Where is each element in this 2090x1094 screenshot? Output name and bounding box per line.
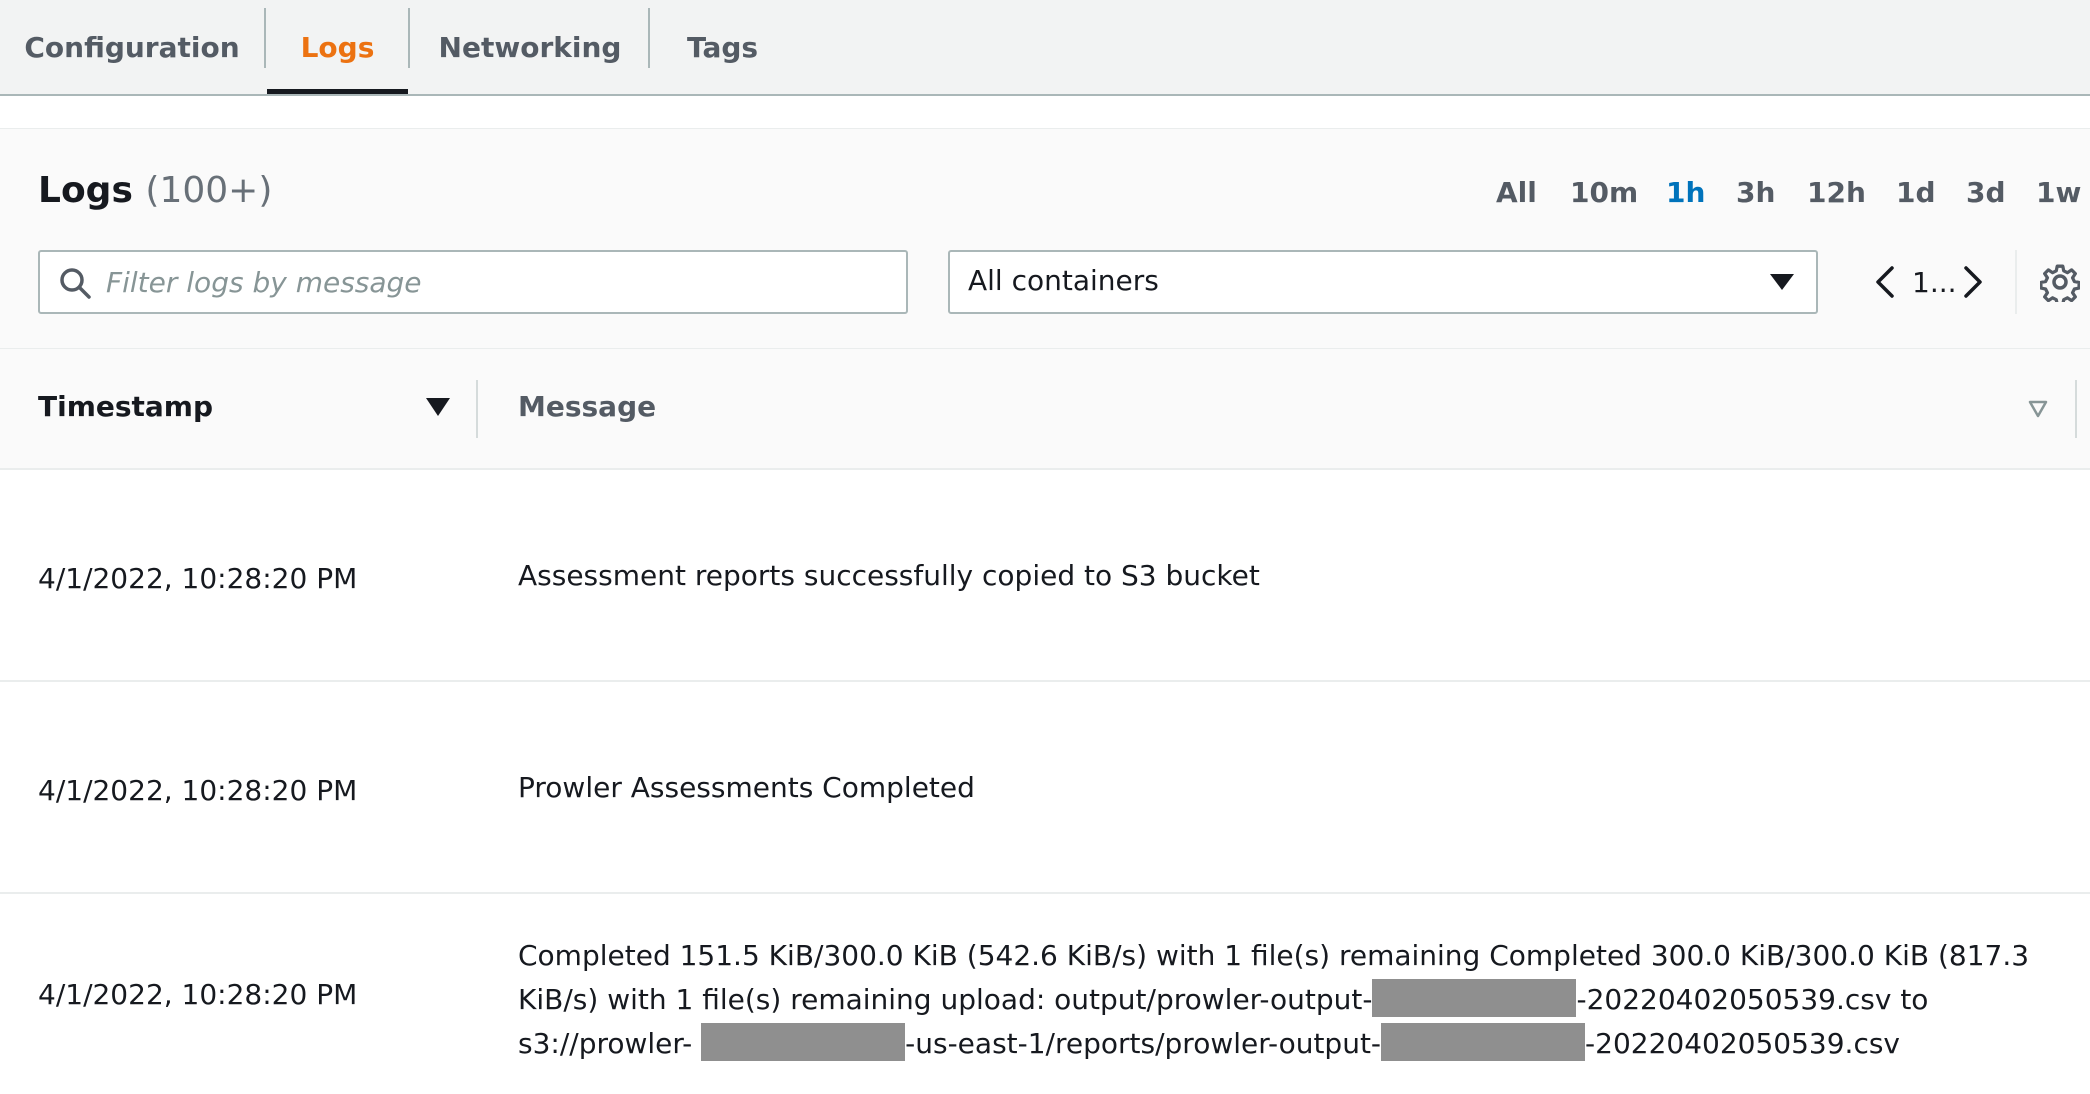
pagination-divider — [2015, 250, 2017, 314]
table-row: 4/1/2022, 10:28:20 PM Completed 151.5 Ki… — [0, 894, 2090, 1094]
range-12h[interactable]: 12h — [1807, 176, 1866, 209]
caret-down-icon — [1770, 274, 1794, 290]
row-timestamp: 4/1/2022, 10:28:20 PM — [38, 562, 358, 595]
message-text: -20220402050539.csv — [1585, 1027, 1900, 1060]
tab-logs[interactable]: Logs — [267, 0, 408, 94]
range-1h[interactable]: 1h — [1666, 176, 1705, 209]
table-row: 4/1/2022, 10:28:20 PM Assessment reports… — [0, 470, 2090, 682]
redaction-block — [701, 1023, 906, 1061]
tab-networking[interactable]: Networking — [430, 0, 630, 94]
logs-header-panel — [0, 128, 2090, 348]
gear-icon[interactable] — [2040, 262, 2080, 302]
row-message: Assessment reports successfully copied t… — [518, 559, 1260, 592]
search-field[interactable] — [38, 250, 908, 314]
column-resizer[interactable] — [476, 380, 478, 438]
sort-unsorted-icon[interactable] — [2028, 400, 2048, 418]
tab-divider — [408, 8, 410, 68]
row-timestamp: 4/1/2022, 10:28:20 PM — [38, 978, 358, 1011]
sort-descending-icon[interactable] — [426, 398, 450, 416]
range-10m[interactable]: 10m — [1570, 176, 1638, 209]
logs-count: (100+) — [145, 170, 273, 211]
row-message: Completed 151.5 KiB/300.0 KiB (542.6 KiB… — [518, 934, 2048, 1066]
redaction-block — [1381, 1023, 1586, 1061]
range-all[interactable]: All — [1496, 176, 1537, 209]
tab-divider — [264, 8, 266, 68]
chevron-right-icon[interactable] — [1958, 262, 1988, 302]
active-tab-indicator — [267, 89, 408, 94]
message-text: -us-east-1/reports/prowler-output- — [905, 1027, 1382, 1060]
container-select[interactable]: All containers — [948, 250, 1818, 314]
tab-tags[interactable]: Tags — [670, 0, 775, 94]
column-header-timestamp[interactable]: Timestamp — [38, 390, 213, 423]
redaction-block — [1372, 979, 1577, 1017]
table-header — [0, 348, 2090, 470]
table-row: 4/1/2022, 10:28:20 PM Prowler Assessment… — [0, 682, 2090, 894]
tab-divider — [648, 8, 650, 68]
tab-bar: Configuration Logs Networking Tags — [0, 0, 2090, 96]
column-resizer[interactable] — [2075, 380, 2077, 438]
search-input[interactable] — [104, 256, 894, 308]
range-3h[interactable]: 3h — [1736, 176, 1775, 209]
row-message: Prowler Assessments Completed — [518, 771, 975, 804]
column-header-message[interactable]: Message — [518, 390, 656, 423]
row-timestamp: 4/1/2022, 10:28:20 PM — [38, 774, 358, 807]
container-select-value: All containers — [968, 264, 1159, 297]
tab-configuration[interactable]: Configuration — [22, 0, 242, 94]
range-1w[interactable]: 1w — [2036, 176, 2081, 209]
pagination-current[interactable]: 1... — [1912, 266, 1957, 299]
page-title: Logs (100+) — [38, 170, 272, 211]
logs-title: Logs — [38, 170, 133, 211]
range-3d[interactable]: 3d — [1966, 176, 2006, 209]
range-1d[interactable]: 1d — [1896, 176, 1936, 209]
search-icon — [60, 268, 91, 299]
chevron-left-icon[interactable] — [1870, 262, 1900, 302]
